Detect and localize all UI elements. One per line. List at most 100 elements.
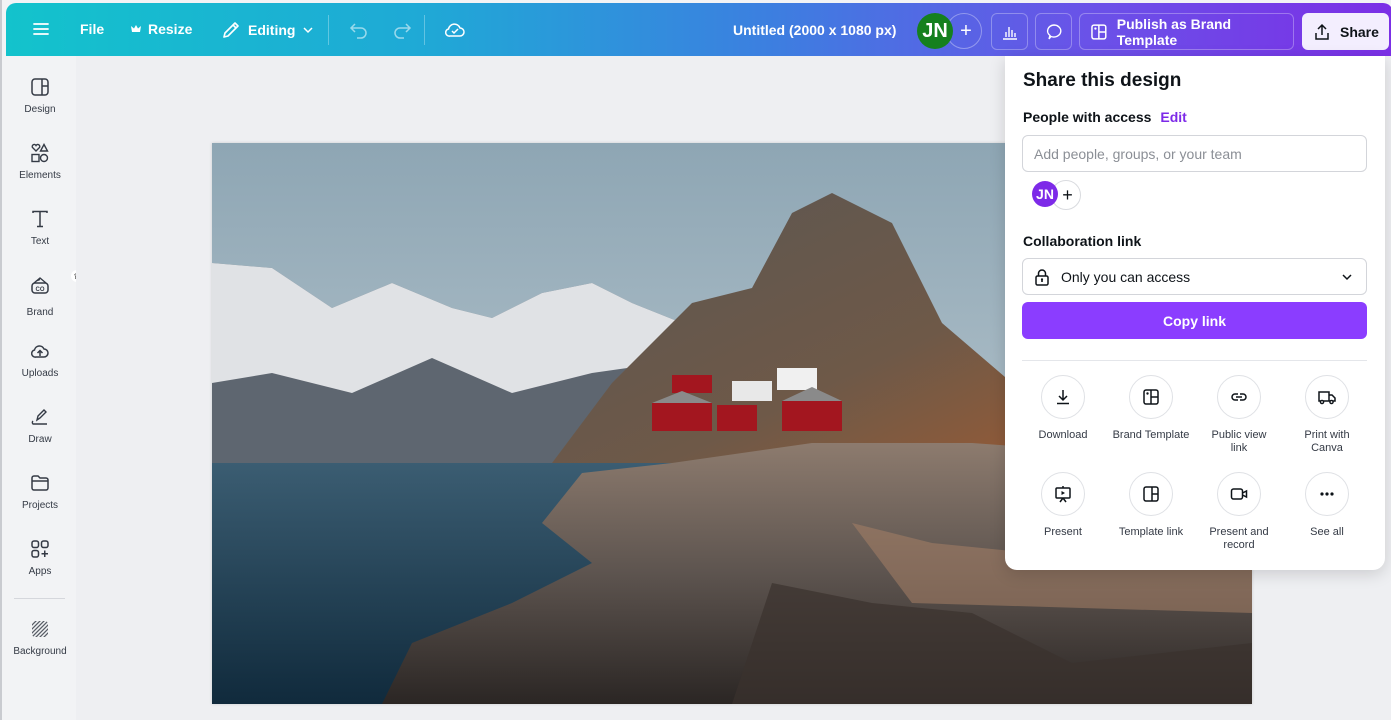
app-window: File Resize Editing Untitled (2000 x 108… (0, 0, 1391, 720)
brand-kit-icon: CO (31, 277, 49, 294)
sidebar-item-label: Elements (19, 170, 61, 181)
edit-access-link[interactable]: Edit (1160, 109, 1186, 125)
publish-label: Publish as Brand Template (1116, 15, 1232, 48)
add-people-input[interactable] (1022, 135, 1367, 172)
redo-icon (394, 23, 412, 39)
background-hatch-icon (32, 621, 48, 637)
undo-button[interactable] (348, 19, 370, 46)
save-status-button[interactable] (443, 18, 467, 47)
sidebar-item-label: Uploads (21, 368, 59, 379)
svg-text:CO: CO (36, 287, 45, 293)
sidebar-item-elements[interactable]: Elements (4, 142, 76, 181)
editing-label: Editing (248, 22, 296, 38)
sidebar-item-label: Design (24, 104, 56, 115)
brand-template-action[interactable]: Brand Template (1107, 375, 1195, 462)
action-label: Present (1044, 526, 1082, 538)
action-label: Public view link (1211, 429, 1267, 454)
more-dots-icon (1320, 492, 1334, 496)
link-icon (1231, 393, 1247, 401)
resize-button[interactable]: Resize (130, 21, 192, 37)
link-access-dropdown[interactable]: Only you can access (1022, 258, 1367, 295)
lock-icon (1035, 268, 1049, 286)
sidebar-item-uploads[interactable]: Uploads (4, 340, 76, 379)
sidebar-item-label: Brand (26, 307, 54, 318)
apps-grid-icon (31, 540, 49, 558)
insights-button[interactable] (991, 13, 1028, 50)
share-upload-icon (1315, 23, 1329, 40)
sidebar-item-label: Apps (28, 566, 52, 577)
design-layout-icon (31, 78, 49, 96)
see-all-action[interactable]: See all (1283, 472, 1371, 559)
public-view-link-action[interactable]: Public view link (1195, 375, 1283, 462)
action-label: Present and record (1209, 526, 1269, 551)
copy-link-button[interactable]: Copy link (1022, 302, 1367, 339)
sidebar-item-text[interactable]: Text (4, 208, 76, 247)
pencil-icon (223, 22, 239, 38)
toolbar-divider (424, 15, 425, 45)
brand-template-icon (1143, 389, 1159, 405)
template-link-icon (1143, 486, 1159, 502)
share-button[interactable]: Share (1302, 13, 1389, 50)
crown-icon (131, 25, 141, 32)
file-menu-button[interactable]: File (80, 21, 104, 37)
download-action[interactable]: Download (1019, 375, 1107, 462)
undo-icon (349, 23, 367, 39)
present-icon (1055, 486, 1071, 503)
sidebar-item-design[interactable]: Design (4, 76, 76, 115)
present-action[interactable]: Present (1019, 472, 1107, 559)
sidebar-item-background[interactable]: Background (4, 618, 76, 657)
sidebar-divider (14, 598, 65, 599)
sidebar-item-label: Projects (21, 500, 59, 511)
member-avatar[interactable]: JN (1032, 181, 1058, 207)
publish-brand-template-button[interactable]: Publish as Brand Template (1079, 13, 1294, 50)
share-panel-title: Share this design (1023, 70, 1182, 91)
cloud-upload-icon (30, 345, 49, 358)
redo-button[interactable] (391, 19, 413, 46)
action-label: See all (1310, 526, 1344, 538)
plus-icon: + (960, 19, 972, 42)
editing-mode-dropdown[interactable]: Editing (220, 19, 315, 41)
sidebar-item-apps[interactable]: Apps (4, 538, 76, 577)
user-avatar[interactable]: JN (917, 13, 953, 49)
video-camera-icon (1230, 488, 1248, 500)
top-toolbar: File Resize Editing Untitled (2000 x 108… (6, 3, 1391, 56)
cloud-check-icon (444, 23, 465, 37)
share-panel: Share this design People with access Edi… (1005, 56, 1385, 570)
sidebar-item-label: Background (13, 646, 67, 657)
sidebar-item-projects[interactable]: Projects (4, 472, 76, 511)
link-access-value: Only you can access (1061, 268, 1191, 285)
template-link-action[interactable]: Template link (1107, 472, 1195, 559)
brand-template-icon (1091, 23, 1107, 40)
people-with-access-label: People with access (1023, 109, 1152, 125)
sidebar-item-label: Text (30, 236, 50, 247)
draw-pen-icon (31, 409, 47, 425)
elements-shapes-icon (31, 143, 49, 163)
main-menu-button[interactable] (30, 18, 52, 40)
download-icon (1057, 390, 1069, 405)
chevron-down-icon (1342, 273, 1352, 280)
action-label: Brand Template (1112, 429, 1190, 441)
sidebar-item-label: Draw (28, 434, 52, 445)
action-label: Download (1038, 429, 1088, 441)
chevron-down-icon (303, 27, 313, 34)
truck-icon (1318, 391, 1336, 405)
share-label: Share (1340, 23, 1379, 40)
comments-button[interactable] (1035, 13, 1072, 50)
print-with-canva-action[interactable]: Print with Canva (1283, 375, 1371, 462)
left-sidebar: Design Elements Text CO ♛ Brand Uploads … (4, 56, 83, 720)
sidebar-item-draw[interactable]: Draw (4, 406, 76, 445)
bar-chart-icon (1002, 26, 1017, 40)
present-and-record-action[interactable]: Present and record (1195, 472, 1283, 559)
share-panel-divider (1022, 360, 1367, 361)
document-title[interactable]: Untitled (2000 x 1080 px) (733, 22, 896, 38)
comment-bubble-icon (1046, 23, 1061, 39)
file-label: File (80, 21, 105, 37)
action-label: Print with Canva (1304, 429, 1350, 454)
collaboration-link-label: Collaboration link (1023, 233, 1142, 249)
toolbar-divider (328, 15, 329, 45)
sidebar-item-brand[interactable]: CO ♛ Brand (4, 270, 83, 318)
people-with-access-row: People with access Edit (1023, 109, 1187, 125)
share-actions-grid: Download Brand Template Public view link… (1019, 375, 1371, 559)
plus-icon: + (1062, 184, 1073, 205)
hamburger-icon (33, 23, 49, 35)
